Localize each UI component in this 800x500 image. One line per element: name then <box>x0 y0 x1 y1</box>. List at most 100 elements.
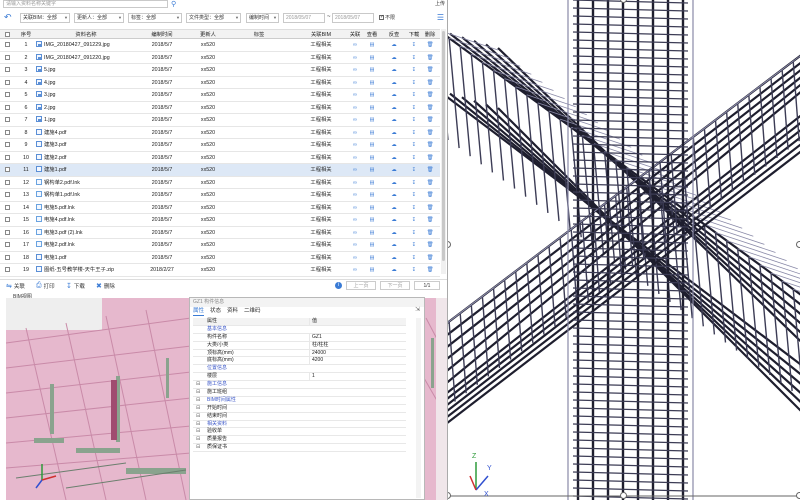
row-checkbox[interactable] <box>5 64 15 76</box>
download-icon[interactable]: ↧ <box>408 177 420 189</box>
row-checkbox[interactable] <box>5 39 15 51</box>
trash-icon[interactable]: 🗑 <box>424 77 436 89</box>
download-icon[interactable]: ↧ <box>408 114 420 126</box>
view-icon[interactable]: ▤ <box>366 139 378 151</box>
row-file-name[interactable]: 4.jpg <box>36 77 136 89</box>
scrollbar-thumb[interactable] <box>442 31 445 261</box>
trash-icon[interactable]: 🗑 <box>424 64 436 76</box>
reverse-lookup-icon[interactable]: ☁ <box>387 64 401 76</box>
row-checkbox[interactable] <box>5 52 15 64</box>
rebar-3d-view[interactable]: Z Y X <box>447 0 800 500</box>
trash-icon[interactable]: 🗑 <box>424 189 436 201</box>
reverse-lookup-icon[interactable]: ☁ <box>387 39 401 51</box>
row-file-name[interactable]: 建施3.pdf <box>36 139 136 151</box>
link-icon[interactable]: ∞ <box>349 114 361 126</box>
row-checkbox[interactable] <box>5 189 15 201</box>
view-icon[interactable]: ▤ <box>366 64 378 76</box>
trash-icon[interactable]: 🗑 <box>424 252 436 264</box>
row-checkbox[interactable] <box>5 164 15 176</box>
table-row[interactable]: 11 建施1.pdf 2018/5/7 xx520 工程相关 ∞ ▤ ☁ ↧ 🗑 <box>0 164 440 177</box>
link-icon[interactable]: ∞ <box>349 239 361 251</box>
row-checkbox[interactable] <box>5 89 15 101</box>
link-icon[interactable]: ∞ <box>349 52 361 64</box>
trash-icon[interactable]: 🗑 <box>424 152 436 164</box>
download-icon[interactable]: ↧ <box>408 214 420 226</box>
row-checkbox[interactable] <box>5 152 15 164</box>
row-file-name[interactable]: 钢构单2.pdf.lnk <box>36 177 136 189</box>
row-checkbox[interactable] <box>5 264 15 276</box>
table-row[interactable]: 15 电施4.pdf.lnk 2018/5/7 xx520 工程相关 ∞ ▤ ☁ ↧ 🗑 <box>0 214 440 227</box>
link-icon[interactable]: ∞ <box>349 214 361 226</box>
search-icon[interactable]: ⚲ <box>171 0 176 8</box>
link-icon[interactable]: ∞ <box>349 127 361 139</box>
view-icon[interactable]: ▤ <box>366 227 378 239</box>
date-end-input[interactable]: 2018/05/07 <box>332 13 374 23</box>
upload-button[interactable]: 上传 <box>435 0 445 7</box>
trash-icon[interactable]: 🗑 <box>424 52 436 64</box>
link-icon[interactable]: ∞ <box>349 152 361 164</box>
resize-handle[interactable] <box>620 492 627 499</box>
row-file-name[interactable]: IMG_20180427_091220.jpg <box>36 52 136 64</box>
unlimited-checkbox[interactable]: 不限 <box>379 14 395 21</box>
view-icon[interactable]: ▤ <box>366 102 378 114</box>
resize-handle[interactable] <box>796 241 800 248</box>
download-icon[interactable]: ↧ <box>408 39 420 51</box>
expand-icon[interactable]: ⊟ <box>196 444 200 452</box>
table-row[interactable]: 3 5.jpg 2018/5/7 xx520 工程相关 ∞ ▤ ☁ ↧ 🗑 <box>0 64 440 77</box>
trash-icon[interactable]: 🗑 <box>424 114 436 126</box>
tab-documents[interactable]: 资料 <box>227 307 238 316</box>
info-icon[interactable]: i <box>335 282 342 289</box>
property-group-row[interactable]: 基本信息 <box>193 326 406 334</box>
table-row[interactable]: 14 电施5.pdf.lnk 2018/5/7 xx520 工程相关 ∞ ▤ ☁ ↧ 🗑 <box>0 202 440 214</box>
link-icon[interactable]: ∞ <box>349 102 361 114</box>
view-icon[interactable]: ▤ <box>366 127 378 139</box>
trash-icon[interactable]: 🗑 <box>424 202 436 214</box>
row-checkbox[interactable] <box>5 239 15 251</box>
next-page-button[interactable]: 下一页 <box>380 281 410 290</box>
view-icon[interactable]: ▤ <box>366 152 378 164</box>
row-file-name[interactable]: 钢构单1.pdf.lnk <box>36 189 136 201</box>
download-button[interactable]: ↧ 下载 <box>66 282 85 290</box>
row-file-name[interactable]: 5.jpg <box>36 64 136 76</box>
download-icon[interactable]: ↧ <box>408 227 420 239</box>
expand-icon[interactable]: ⊟ <box>196 413 200 421</box>
table-row[interactable]: 9 建施3.pdf 2018/5/7 xx520 工程相关 ∞ ▤ ☁ ↧ 🗑 <box>0 139 440 152</box>
date-start-input[interactable]: 2018/05/07 <box>283 13 325 23</box>
download-icon[interactable]: ↧ <box>408 64 420 76</box>
table-row[interactable]: 12 钢构单2.pdf.lnk 2018/5/7 xx520 工程相关 ∞ ▤ ☁ ↧ 🗑 <box>0 177 440 189</box>
row-checkbox[interactable] <box>5 127 15 139</box>
reverse-lookup-icon[interactable]: ☁ <box>387 127 401 139</box>
view-icon[interactable]: ▤ <box>366 89 378 101</box>
resize-handle[interactable] <box>796 492 800 499</box>
trash-icon[interactable]: 🗑 <box>424 102 436 114</box>
row-checkbox[interactable] <box>5 77 15 89</box>
row-file-name[interactable]: 1.jpg <box>36 114 136 126</box>
trash-icon[interactable]: 🗑 <box>424 89 436 101</box>
row-file-name[interactable]: 建施4.pdf <box>36 127 136 139</box>
view-icon[interactable]: ▤ <box>366 214 378 226</box>
row-checkbox[interactable] <box>5 177 15 189</box>
reverse-lookup-icon[interactable]: ☁ <box>387 227 401 239</box>
table-row[interactable]: 1 IMG_20180427_091229.jpg 2018/5/7 xx520 工程相… <box>0 39 440 52</box>
expand-icon[interactable]: ⊟ <box>196 389 200 397</box>
row-checkbox[interactable] <box>5 227 15 239</box>
expand-icon[interactable]: ⊟ <box>196 381 200 389</box>
property-group-row[interactable]: ⊟ 施工信息 <box>193 381 406 390</box>
link-icon[interactable]: ∞ <box>349 177 361 189</box>
reverse-lookup-icon[interactable]: ☁ <box>387 264 401 276</box>
reverse-lookup-icon[interactable]: ☁ <box>387 89 401 101</box>
row-file-name[interactable]: 建施2.pdf <box>36 152 136 164</box>
reverse-lookup-icon[interactable]: ☁ <box>387 77 401 89</box>
view-icon[interactable]: ▤ <box>366 252 378 264</box>
download-icon[interactable]: ↧ <box>408 139 420 151</box>
reverse-lookup-icon[interactable]: ☁ <box>387 139 401 151</box>
reverse-lookup-icon[interactable]: ☁ <box>387 114 401 126</box>
row-checkbox[interactable] <box>5 214 15 226</box>
expand-icon[interactable]: ⇲ <box>415 306 420 313</box>
reverse-lookup-icon[interactable]: ☁ <box>387 202 401 214</box>
download-icon[interactable]: ↧ <box>408 202 420 214</box>
view-icon[interactable]: ▤ <box>366 264 378 276</box>
view-icon[interactable]: ▤ <box>366 189 378 201</box>
row-checkbox[interactable] <box>5 114 15 126</box>
row-file-name[interactable]: 电施4.pdf.lnk <box>36 214 136 226</box>
